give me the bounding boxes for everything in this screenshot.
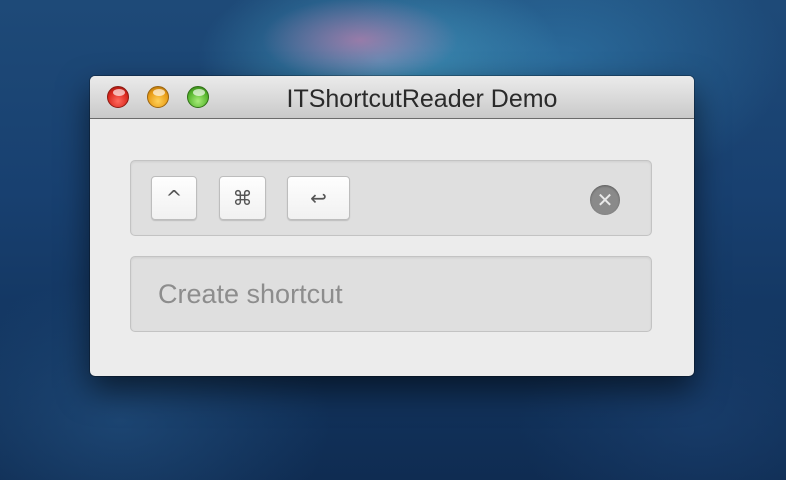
desktop: { "window": { "title": "ITShortcutReader… <box>0 0 786 480</box>
create-shortcut-label: Create shortcut <box>158 279 343 309</box>
control-key: ^ <box>151 176 197 220</box>
title-bar[interactable]: ITShortcutReader Demo <box>90 76 694 119</box>
return-key: ↩ <box>287 176 350 220</box>
window-title: ITShortcutReader Demo <box>286 85 558 113</box>
window-content: ^ ⌘ ↩ ✕ Create shortcut <box>90 119 694 376</box>
shortcut-recorder[interactable]: ^ ⌘ ↩ ✕ <box>130 160 652 236</box>
command-key: ⌘ <box>219 176 266 220</box>
clear-icon[interactable]: ✕ <box>590 185 620 215</box>
create-shortcut-field[interactable]: Create shortcut <box>130 256 652 332</box>
app-window: ITShortcutReader Demo ^ ⌘ ↩ ✕ Create sho… <box>90 76 694 376</box>
